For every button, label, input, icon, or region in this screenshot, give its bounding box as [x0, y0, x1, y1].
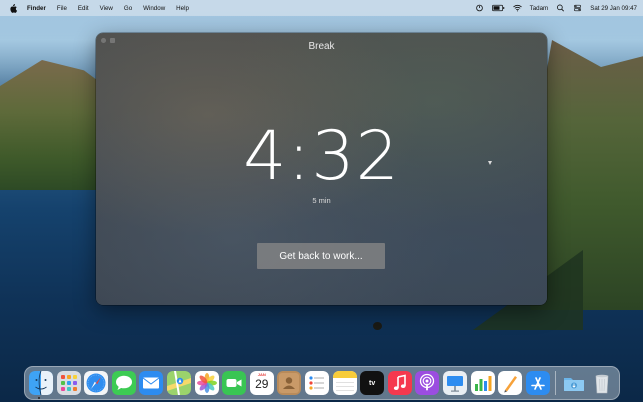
calendar-icon[interactable]: JAN 29 — [249, 371, 274, 395]
menu-go[interactable]: Go — [124, 5, 132, 12]
window-title: Break — [308, 41, 335, 52]
apple-tv-label: tv — [369, 379, 376, 387]
menu-file[interactable]: File — [57, 5, 67, 12]
get-back-to-work-button[interactable]: Get back to work... — [257, 243, 385, 269]
menu-window[interactable]: Window — [143, 5, 165, 12]
battery-icon[interactable] — [491, 4, 505, 12]
menu-edit[interactable]: Edit — [78, 5, 89, 12]
music-icon[interactable] — [387, 371, 412, 395]
menubar-user-name[interactable]: Tadam — [530, 5, 549, 12]
break-duration-label: 5 min — [312, 196, 331, 205]
safari-icon[interactable] — [84, 371, 109, 395]
maps-icon[interactable] — [166, 371, 191, 395]
caret-down-icon — [488, 161, 492, 165]
menu-app-name[interactable]: Finder — [27, 5, 46, 12]
calendar-day-label: 29 — [255, 377, 269, 391]
menu-help[interactable]: Help — [176, 5, 189, 12]
finder-running-indicator — [38, 397, 40, 399]
numbers-icon[interactable] — [470, 371, 495, 395]
break-countdown-timer: 4:32 — [243, 117, 400, 196]
control-center-icon[interactable] — [573, 4, 582, 12]
break-window: Break 4:32 5 min Get back to work... — [96, 33, 547, 305]
dock-separator — [555, 371, 557, 395]
menu-bar: Finder File Edit View Go Window Help Tad… — [0, 0, 643, 16]
finder-icon[interactable] — [29, 371, 53, 395]
menu-view[interactable]: View — [100, 5, 113, 12]
dock: JAN 29 tv — [24, 366, 620, 400]
facetime-icon[interactable] — [222, 371, 247, 395]
messages-icon[interactable] — [111, 371, 136, 395]
pages-icon[interactable] — [498, 371, 523, 395]
spotlight-search-icon[interactable] — [556, 4, 565, 12]
photos-icon[interactable] — [194, 371, 219, 395]
keynote-icon[interactable] — [442, 371, 467, 395]
wifi-icon[interactable] — [512, 4, 522, 12]
wallpaper-rock — [373, 322, 382, 330]
app-store-icon[interactable] — [525, 371, 550, 395]
mail-icon[interactable] — [139, 371, 164, 395]
contacts-icon[interactable] — [277, 371, 302, 395]
reminders-icon[interactable] — [304, 371, 329, 395]
menubar-clock[interactable]: Sat 29 Jan 09:47 — [590, 5, 637, 12]
launchpad-icon[interactable] — [56, 371, 81, 395]
power-timer-icon[interactable] — [475, 4, 484, 12]
apple-tv-icon[interactable]: tv — [360, 371, 385, 395]
downloads-folder-icon[interactable] — [562, 371, 586, 395]
podcasts-icon[interactable] — [415, 371, 440, 395]
trash-icon[interactable] — [590, 371, 614, 395]
notes-icon[interactable] — [332, 371, 357, 395]
apple-logo-icon[interactable] — [9, 3, 17, 13]
